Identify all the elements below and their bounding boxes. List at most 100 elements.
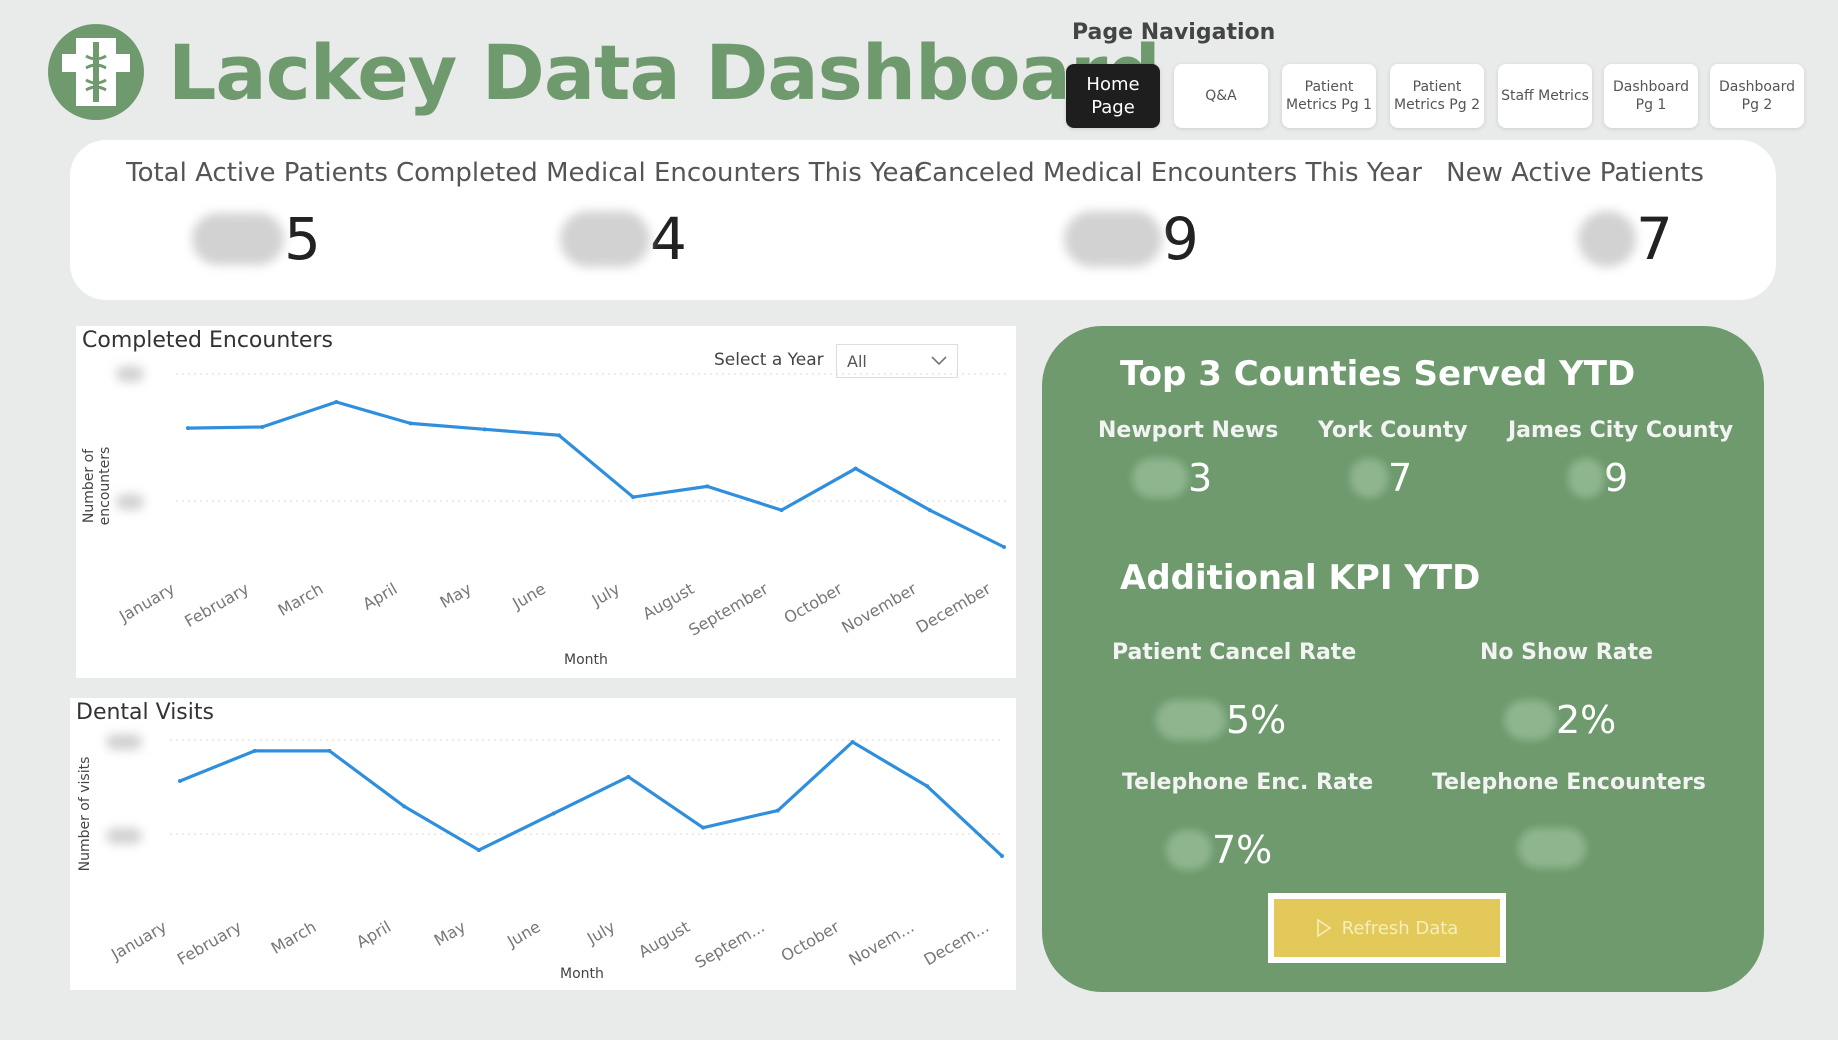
- series-line: [187, 400, 1005, 549]
- redacted-value: [1350, 458, 1388, 498]
- redacted-value: [1568, 458, 1604, 498]
- redacted-value: [1132, 458, 1188, 498]
- x-tick-label: February: [181, 579, 252, 631]
- completed-encounters-panel: Completed Encounters Select a Year All N…: [76, 326, 1016, 678]
- x-tick-label: February: [174, 917, 245, 969]
- additional-kpi-title: Additional KPI YTD: [1120, 558, 1481, 598]
- x-tick-label: Decem...: [920, 917, 992, 969]
- county-name: James City County: [1508, 418, 1734, 443]
- dental-visits-panel: Dental Visits Number of visits January Fe…: [70, 698, 1016, 990]
- x-tick-label: June: [503, 917, 544, 951]
- kpi-card: Total Active Patients 5 Completed Medica…: [70, 140, 1776, 300]
- nav-patient-metrics-pg2-button[interactable]: Patient Metrics Pg 2: [1390, 64, 1484, 128]
- county-value: 7: [1388, 456, 1413, 500]
- nav-dashboard-pg1-button[interactable]: Dashboard Pg 1: [1604, 64, 1698, 128]
- kpi-value: 7: [1636, 205, 1673, 273]
- redacted-value: [1518, 828, 1586, 868]
- x-tick-label: Novem...: [845, 917, 917, 969]
- x-axis-title: Month: [560, 966, 604, 982]
- kpi-label: New Active Patients: [1446, 158, 1704, 188]
- refresh-data-label: Refresh Data: [1341, 917, 1459, 939]
- x-tick-label: January: [107, 917, 170, 964]
- data-point[interactable]: [260, 424, 265, 429]
- nav-button-label: Dashboard: [1613, 78, 1689, 95]
- redacted-value: [1578, 211, 1636, 267]
- x-tick-label: October: [778, 917, 843, 966]
- nav-button-label: Patient: [1304, 78, 1354, 95]
- data-point[interactable]: [779, 508, 784, 513]
- x-tick-label: July: [588, 579, 623, 610]
- kpi-label: Canceled Medical Encounters This Year: [914, 158, 1422, 188]
- nav-button-label: Pg 1: [1635, 97, 1667, 113]
- nav-dashboard-pg2-button[interactable]: Dashboard Pg 2: [1710, 64, 1804, 128]
- data-point[interactable]: [925, 784, 930, 789]
- logo: [48, 24, 144, 120]
- kpi-label: Patient Cancel Rate: [1112, 640, 1357, 665]
- data-point[interactable]: [476, 848, 481, 853]
- data-point[interactable]: [775, 808, 780, 813]
- data-point[interactable]: [701, 825, 706, 830]
- data-point[interactable]: [334, 400, 339, 404]
- redacted-value: [192, 213, 284, 265]
- x-tick-label: July: [583, 917, 618, 948]
- nav-button-label: Dashboard: [1719, 78, 1795, 95]
- kpi-value: 2%: [1556, 698, 1617, 742]
- kpi-value: 9: [1162, 205, 1199, 273]
- data-point[interactable]: [626, 774, 631, 779]
- x-tick-label: April: [353, 917, 394, 952]
- redacted-value: [1064, 211, 1162, 267]
- kpi-value: 5: [284, 205, 321, 273]
- data-point[interactable]: [705, 484, 710, 489]
- nav-button-label: Q&A: [1205, 87, 1237, 104]
- nav-button-label: Metrics Pg 2: [1394, 97, 1480, 113]
- refresh-data-button[interactable]: Refresh Data: [1268, 893, 1506, 963]
- kpi-completed-encounters: Completed Medical Encounters This Year 4: [396, 140, 925, 273]
- x-tick-label: May: [437, 579, 475, 612]
- x-tick-label: January: [115, 579, 178, 626]
- nav-button-label: Patient: [1412, 78, 1462, 95]
- kpi-label: Telephone Encounters: [1432, 770, 1706, 795]
- data-point[interactable]: [850, 740, 855, 744]
- x-tick-label: May: [431, 917, 469, 950]
- x-tick-label: June: [508, 579, 549, 613]
- kpi-label: No Show Rate: [1480, 640, 1654, 665]
- kpi-label: Telephone Enc. Rate: [1122, 770, 1374, 795]
- x-tick-label: March: [275, 579, 327, 620]
- kpi-value: 7%: [1212, 828, 1273, 872]
- data-point[interactable]: [402, 804, 407, 809]
- data-point[interactable]: [327, 748, 332, 753]
- data-point[interactable]: [1002, 545, 1006, 549]
- kpi-label: Total Active Patients: [126, 158, 388, 188]
- x-tick-label: August: [639, 579, 697, 623]
- x-axis-title: Month: [564, 652, 608, 668]
- data-point[interactable]: [178, 778, 182, 783]
- nav-home-page-button[interactable]: Home Page: [1066, 64, 1160, 128]
- nav-button-label: Staff Metrics: [1501, 87, 1589, 104]
- completed-encounters-line-chart: January February March April May June July Augu…: [115, 373, 1006, 640]
- nav-patient-metrics-pg1-button[interactable]: Patient Metrics Pg 1: [1282, 64, 1376, 128]
- nav-qa-button[interactable]: Q&A: [1174, 64, 1268, 128]
- data-point[interactable]: [551, 811, 556, 816]
- x-tick-label: October: [781, 579, 846, 628]
- data-point[interactable]: [252, 748, 257, 753]
- redacted-value: [560, 211, 650, 267]
- data-point[interactable]: [408, 421, 413, 426]
- county-name: York County: [1318, 418, 1468, 443]
- nav-button-label: Home: [1086, 73, 1140, 95]
- redacted-value: [1166, 830, 1212, 870]
- data-point[interactable]: [927, 508, 932, 513]
- x-tick-label: April: [359, 579, 400, 614]
- data-point[interactable]: [631, 495, 636, 500]
- kpi-new-active-patients: New Active Patients 7: [1440, 140, 1710, 273]
- x-tick-label: September: [685, 579, 771, 640]
- x-tick-label: December: [913, 579, 995, 637]
- nav-staff-metrics-button[interactable]: Staff Metrics: [1498, 64, 1592, 128]
- redacted-value: [1504, 700, 1556, 740]
- data-point[interactable]: [853, 466, 858, 471]
- county-name: Newport News: [1098, 418, 1279, 443]
- data-point[interactable]: [556, 433, 561, 438]
- data-point[interactable]: [1000, 854, 1004, 858]
- data-point[interactable]: [186, 426, 190, 431]
- data-point[interactable]: [482, 427, 487, 432]
- county-value: 3: [1188, 456, 1213, 500]
